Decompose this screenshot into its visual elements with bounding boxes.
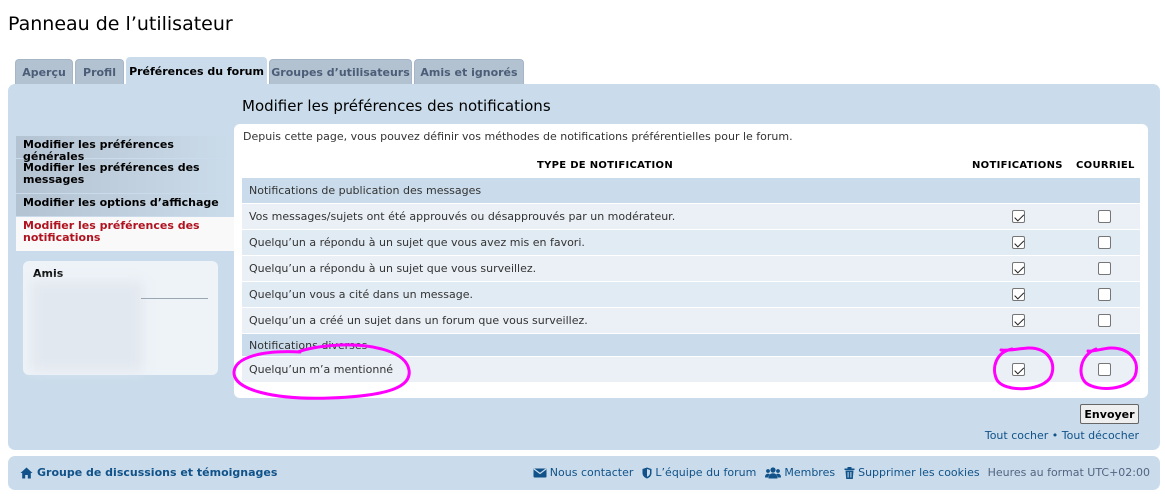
uncheck-all-link[interactable]: Tout décocher: [1062, 429, 1139, 442]
section-title: Modifier les préférences des notificatio…: [242, 97, 551, 115]
row-label: Vos messages/sujets ont été approuvés ou…: [249, 210, 676, 223]
notification-checkbox[interactable]: [1012, 314, 1025, 327]
mark-links: Tout cocher • Tout décocher: [985, 429, 1139, 442]
sidebar-item-message-preferences[interactable]: Modifier les préférences des messages: [16, 159, 235, 193]
friends-divider: [141, 298, 208, 299]
table-row: Quelqu’un a répondu à un sujet que vous …: [242, 230, 1140, 255]
group-header-post-notifications: Notifications de publication des message…: [242, 178, 1140, 203]
tab-profil[interactable]: Profil: [75, 59, 124, 84]
check-all-link[interactable]: Tout cocher: [985, 429, 1048, 442]
table-row: Quelqu’un a créé un sujet dans un forum …: [242, 308, 1140, 333]
friends-box: Amis: [23, 261, 218, 375]
page-title: Panneau de l’utilisateur: [8, 13, 233, 35]
notification-checkbox[interactable]: [1012, 210, 1025, 223]
email-checkbox[interactable]: [1098, 210, 1111, 223]
sidebar-item-display-options[interactable]: Modifier les options d’affichage: [16, 194, 235, 216]
tab-forum-preferences[interactable]: Préférences du forum: [126, 57, 267, 85]
home-icon: [20, 467, 33, 478]
contact-link[interactable]: Nous contacter: [533, 466, 634, 479]
table-row: Quelqu’un m’a mentionné: [242, 357, 1140, 382]
row-label: Quelqu’un vous a cité dans un message.: [249, 288, 473, 301]
notification-checkbox[interactable]: [1012, 363, 1025, 376]
contact-label: Nous contacter: [549, 466, 634, 479]
email-checkbox[interactable]: [1098, 262, 1111, 275]
shield-icon: [642, 467, 652, 478]
link-separator: •: [1051, 429, 1059, 442]
members-link[interactable]: Membres: [765, 466, 835, 479]
row-label: Quelqu’un a répondu à un sujet que vous …: [249, 236, 585, 249]
column-header-type: TYPE DE NOTIFICATION: [537, 160, 673, 171]
tab-user-groups[interactable]: Groupes d’utilisateurs: [269, 59, 412, 84]
row-label: Quelqu’un a créé un sujet dans un forum …: [249, 314, 588, 327]
row-label: Quelqu’un m’a mentionné: [249, 363, 394, 376]
email-checkbox[interactable]: [1098, 288, 1111, 301]
friends-label: Amis: [33, 267, 64, 280]
tab-apercu[interactable]: Aperçu: [15, 59, 73, 84]
notification-checkbox[interactable]: [1012, 236, 1025, 249]
delete-cookies-label: Supprimer les cookies: [858, 466, 980, 479]
table-row: Vos messages/sujets ont été approuvés ou…: [242, 204, 1140, 229]
timezone-text: Heures au format UTC+02:00: [987, 466, 1150, 479]
email-checkbox[interactable]: [1098, 236, 1111, 249]
intro-text: Depuis cette page, vous pouvez définir v…: [243, 130, 793, 143]
board-index-link[interactable]: Groupe de discussions et témoignages: [20, 466, 277, 479]
friends-list-redacted: [31, 281, 143, 371]
sidebar-item-notification-preferences[interactable]: Modifier les préférences des notificatio…: [16, 217, 235, 251]
members-label: Membres: [784, 466, 836, 479]
email-checkbox[interactable]: [1098, 314, 1111, 327]
users-icon: [765, 466, 782, 478]
footer-navbar: Groupe de discussions et témoignages Nou…: [8, 456, 1160, 490]
team-link[interactable]: L’équipe du forum: [642, 466, 756, 479]
sidebar-item-general-preferences[interactable]: Modifier les préférences générales: [16, 136, 235, 163]
table-row: Quelqu’un a répondu à un sujet que vous …: [242, 256, 1140, 281]
notification-checkbox[interactable]: [1012, 288, 1025, 301]
trash-icon: [844, 466, 855, 479]
footer-links: Nous contacter L’équipe du forum Membres: [524, 466, 1150, 479]
delete-cookies-link[interactable]: Supprimer les cookies: [844, 466, 980, 479]
envelope-icon: [533, 468, 547, 477]
sidebar-menu: Modifier les préférences générales Modif…: [16, 136, 235, 252]
notification-checkbox[interactable]: [1012, 262, 1025, 275]
column-header-email: COURRIEL: [1076, 160, 1135, 171]
email-checkbox[interactable]: [1098, 363, 1111, 376]
group-header-misc-notifications: Notifications diverses: [242, 334, 1140, 356]
team-label: L’équipe du forum: [655, 466, 757, 479]
table-row: Quelqu’un vous a cité dans un message.: [242, 282, 1140, 307]
row-label: Quelqu’un a répondu à un sujet que vous …: [249, 262, 537, 275]
submit-button[interactable]: Envoyer: [1080, 404, 1139, 424]
tab-friends-foes[interactable]: Amis et ignorés: [414, 59, 524, 84]
column-header-notifications: NOTIFICATIONS: [972, 160, 1063, 171]
board-link-label: Groupe de discussions et témoignages: [37, 466, 278, 479]
